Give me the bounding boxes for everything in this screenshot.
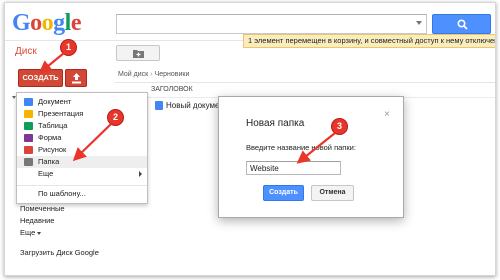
- dialog-title: Новая папка: [246, 118, 305, 129]
- presentation-icon: [24, 110, 33, 118]
- chevron-down-icon: [37, 231, 42, 235]
- form-icon: [24, 134, 33, 142]
- drive-title[interactable]: Диск: [15, 46, 37, 57]
- search-options-chevron-icon[interactable]: [416, 21, 422, 25]
- breadcrumb-drafts[interactable]: Черновики: [155, 71, 190, 78]
- step-badge-2: 2: [107, 109, 124, 126]
- menu-item-label: Папка: [38, 157, 60, 166]
- breadcrumb-my-drive[interactable]: Мой диск: [118, 71, 148, 78]
- menu-item-spreadsheet[interactable]: Таблица: [17, 120, 147, 132]
- menu-item-label: Форма: [38, 133, 62, 142]
- submenu-arrow-icon: [139, 171, 142, 177]
- document-icon: [24, 98, 33, 106]
- new-folder-dialog: Новая папка × Введите название новой пап…: [218, 96, 404, 218]
- sidebar-item-label: Недавние: [20, 216, 55, 225]
- screenshot-frame: Google 1 элемент перемещен в корзину, и …: [4, 2, 496, 276]
- sidebar-item-label: Еще: [20, 228, 36, 237]
- menu-item-label: Документ: [38, 97, 72, 106]
- google-logo: Google: [12, 10, 82, 36]
- menu-item-label: Презентация: [38, 109, 84, 118]
- drawing-icon: [24, 146, 33, 154]
- cancel-button[interactable]: Отмена: [311, 185, 354, 201]
- search-input[interactable]: [116, 14, 427, 34]
- list-divider: [115, 82, 495, 83]
- new-folder-button[interactable]: [116, 45, 160, 61]
- menu-item-more[interactable]: Еще: [17, 168, 147, 180]
- menu-item-presentation[interactable]: Презентация: [17, 108, 147, 120]
- create-button[interactable]: СОЗДАТЬ: [18, 69, 63, 87]
- document-icon: [155, 101, 163, 110]
- menu-item-from-template[interactable]: По шаблону...: [38, 189, 86, 198]
- upload-button[interactable]: [65, 69, 87, 87]
- folder-icon: [24, 158, 33, 166]
- spreadsheet-icon: [24, 122, 33, 130]
- column-header-title[interactable]: ЗАГОЛОВОК: [151, 86, 193, 93]
- breadcrumb-separator: ›: [150, 71, 153, 78]
- menu-divider: [17, 185, 147, 186]
- menu-item-document[interactable]: Документ: [17, 96, 147, 108]
- menu-item-label: Еще: [38, 169, 54, 178]
- folder-name-input[interactable]: [246, 161, 341, 175]
- sidebar-item-starred[interactable]: Помеченные: [20, 204, 65, 213]
- new-folder-icon: [133, 50, 144, 58]
- menu-item-label: Таблица: [38, 121, 68, 130]
- menu-item-drawing[interactable]: Рисунок: [17, 144, 147, 156]
- menu-item-label: Рисунок: [38, 145, 67, 154]
- search-icon: [457, 19, 468, 30]
- sidebar-item-recent[interactable]: Недавние: [20, 216, 54, 225]
- step-badge-1: 1: [60, 39, 77, 56]
- folder-name-label: Введите название новой папки:: [246, 143, 356, 152]
- menu-item-folder[interactable]: Папка: [17, 156, 147, 168]
- breadcrumb: Мой диск › Черновики: [118, 71, 189, 78]
- file-row-name[interactable]: Новый докуме: [166, 101, 219, 110]
- sidebar-item-more[interactable]: Еще: [20, 228, 42, 237]
- create-folder-button[interactable]: Создать: [263, 185, 304, 201]
- download-drive-link[interactable]: Загрузить Диск Google: [20, 248, 99, 257]
- search-button[interactable]: [432, 14, 491, 34]
- close-icon[interactable]: ×: [384, 110, 390, 120]
- upload-icon: [72, 73, 81, 84]
- menu-item-form[interactable]: Форма: [17, 132, 147, 144]
- step-badge-3: 3: [331, 118, 348, 135]
- create-menu: Документ Презентация Таблица Форма Рисун…: [16, 92, 148, 204]
- notification-banner: 1 элемент перемещен в корзину, и совмест…: [243, 34, 495, 48]
